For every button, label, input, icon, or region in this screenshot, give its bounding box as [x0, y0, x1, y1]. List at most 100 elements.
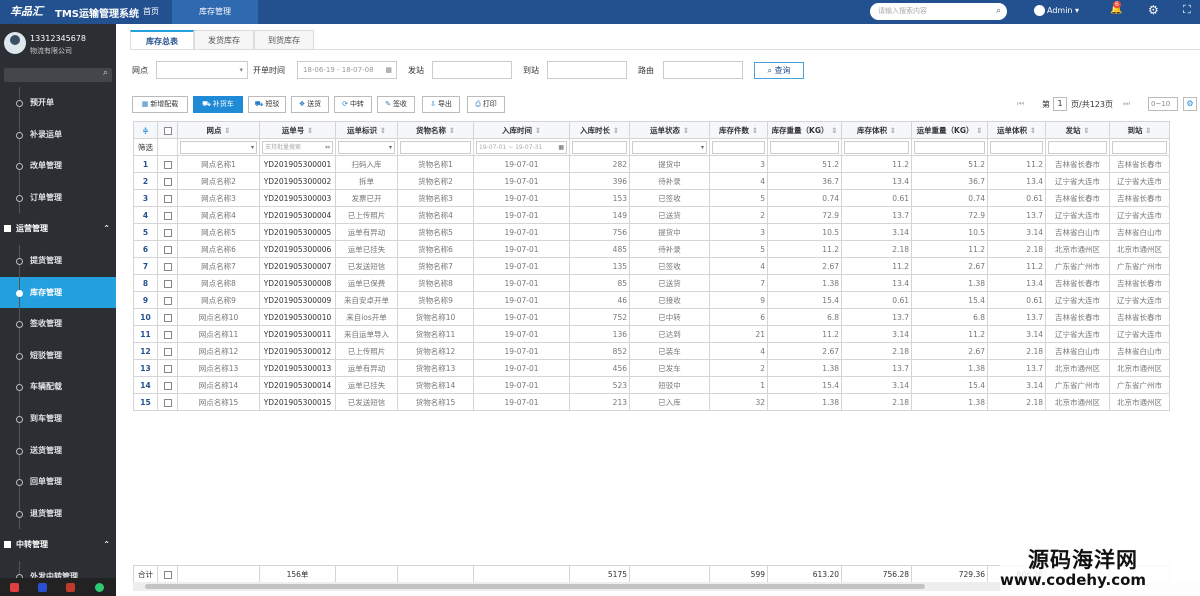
- table-row[interactable]: 4 网点名称4 YD201905300004 已上传照片 货物名称4 19-07-01 14…: [133, 206, 1170, 224]
- row-checkbox-cell[interactable]: [157, 291, 178, 309]
- column-filter[interactable]: [844, 140, 909, 154]
- page-number-input[interactable]: 1: [1053, 97, 1067, 111]
- column-header[interactable]: 库存件数 ⇕: [709, 121, 768, 139]
- table-row[interactable]: 8 网点名称8 YD201905300008 运单已保费 货物名称8 19-07-01 85…: [133, 274, 1170, 292]
- dest-input[interactable]: [547, 61, 627, 79]
- sort-icon[interactable]: ⇕: [749, 126, 758, 135]
- sidebar-item-14[interactable]: 中转管理 ⌃: [0, 529, 116, 561]
- column-header[interactable]: 库存体积 ⇕: [841, 121, 912, 139]
- sort-icon[interactable]: ⇕: [532, 126, 541, 135]
- expand-icon[interactable]: ⇔: [325, 142, 330, 153]
- column-header[interactable]: 库存重量（KG） ⇕: [767, 121, 842, 139]
- filter-cell[interactable]: [1045, 138, 1110, 156]
- export-button[interactable]: ⇩ 导出: [422, 96, 460, 113]
- outlet-filter[interactable]: ▾: [180, 140, 257, 154]
- table-row[interactable]: 6 网点名称6 YD201905300006 运单已挂失 货物名称6 19-07-01 48…: [133, 240, 1170, 258]
- row-checkbox-cell[interactable]: [157, 172, 178, 190]
- row-checkbox[interactable]: [163, 160, 172, 169]
- sidebar-item-8[interactable]: 短驳管理: [0, 339, 116, 372]
- filter-cell[interactable]: [1109, 138, 1170, 156]
- row-checkbox-cell[interactable]: [157, 359, 178, 377]
- column-header[interactable]: 到站 ⇕: [1109, 121, 1170, 139]
- route-input[interactable]: [663, 61, 743, 79]
- new-loading-button[interactable]: ▦ 新增配载: [132, 96, 188, 113]
- short-haul-button[interactable]: ⛟ 短驳: [248, 96, 286, 113]
- global-search-input[interactable]: 请输入搜索内容 ⌕: [870, 3, 1007, 20]
- sidebar-item-1[interactable]: 补录运单: [0, 118, 116, 151]
- column-header[interactable]: 运单重量（KG） ⇕: [911, 121, 988, 139]
- row-checkbox-cell[interactable]: [157, 240, 178, 258]
- calendar-icon[interactable]: ▦: [385, 62, 392, 78]
- tab-inventory-summary[interactable]: 库存总表: [130, 30, 194, 50]
- column-header[interactable]: 货物名称 ⇕: [397, 121, 474, 139]
- totals-checkbox[interactable]: [157, 565, 178, 583]
- row-checkbox-cell[interactable]: [157, 155, 178, 173]
- row-checkbox-cell[interactable]: [157, 308, 178, 326]
- filter-cell[interactable]: [987, 138, 1046, 156]
- row-checkbox-cell[interactable]: [157, 257, 178, 275]
- first-page-icon[interactable]: ⏮: [1017, 99, 1024, 109]
- filter-cell[interactable]: [767, 138, 842, 156]
- status-filter[interactable]: ▾: [632, 140, 707, 154]
- nav-inventory-management[interactable]: 库存管理: [172, 0, 258, 24]
- row-checkbox[interactable]: [163, 364, 172, 373]
- restock-truck-button[interactable]: ⛟ 补货车: [193, 96, 243, 113]
- row-checkbox-cell[interactable]: [157, 189, 178, 207]
- sort-icon[interactable]: ⇕: [829, 126, 837, 135]
- nav-home[interactable]: 首页: [143, 0, 159, 24]
- sidebar-item-13[interactable]: 退货管理: [0, 497, 116, 530]
- sidebar-item-9[interactable]: 车辆配载: [0, 371, 116, 403]
- filter-date[interactable]: 19-07-01 ~ 19-07-31 ▦: [473, 138, 570, 156]
- sort-icon[interactable]: ⇕: [377, 126, 386, 135]
- search-button[interactable]: ⌕ 查询: [754, 62, 804, 79]
- sidebar-item-10[interactable]: 到车管理: [0, 402, 116, 435]
- table-row[interactable]: 3 网点名称3 YD201905300003 发票已开 货物名称3 19-07-01 153…: [133, 189, 1170, 207]
- filter-cell[interactable]: [709, 138, 768, 156]
- table-row[interactable]: 13 网点名称13 YD201905300013 运单有异动 货物名称13 19-07-0…: [133, 359, 1170, 377]
- filter-cell[interactable]: [841, 138, 912, 156]
- user-icon[interactable]: [38, 583, 47, 592]
- sort-icon[interactable]: ⇕: [974, 126, 982, 135]
- sort-icon[interactable]: ⇕: [610, 126, 619, 135]
- search-icon[interactable]: ⌕: [103, 68, 108, 78]
- table-row[interactable]: 14 网点名称14 YD201905300014 运单已挂失 货物名称14 19-07-0…: [133, 376, 1170, 394]
- row-checkbox[interactable]: [163, 228, 172, 237]
- sort-icon[interactable]: ⇕: [680, 126, 689, 135]
- app-logo[interactable]: 车品汇: [10, 3, 43, 19]
- row-checkbox[interactable]: [163, 398, 172, 407]
- date-filter[interactable]: 19-07-01 ~ 19-07-31 ▦: [476, 140, 567, 154]
- gear-icon[interactable]: ⚙: [1183, 97, 1197, 111]
- sidebar-item-3[interactable]: 订单管理: [0, 181, 116, 214]
- row-checkbox[interactable]: [163, 177, 172, 186]
- table-row[interactable]: 10 网点名称10 YD201905300010 来自ios开单 货物名称10 19-07…: [133, 308, 1170, 326]
- column-header[interactable]: 发站 ⇕: [1045, 121, 1110, 139]
- table-row[interactable]: 9 网点名称9 YD201905300009 来自安卓开单 货物名称9 19-07-01 4…: [133, 291, 1170, 309]
- row-checkbox-cell[interactable]: [157, 274, 178, 292]
- fullscreen-icon[interactable]: ⛶: [1183, 3, 1191, 17]
- row-checkbox[interactable]: [163, 296, 172, 305]
- column-header[interactable]: 运单号 ⇕: [259, 121, 336, 139]
- table-row[interactable]: 1 网点名称1 YD201905300001 扫码入库 货物名称1 19-07-01 282…: [133, 155, 1170, 173]
- sort-icon[interactable]: ⇕: [1081, 126, 1089, 135]
- column-header[interactable]: 入库时长 ⇕: [569, 121, 630, 139]
- tab-arrival-inventory[interactable]: 到货库存: [254, 30, 314, 50]
- row-checkbox[interactable]: [163, 381, 172, 390]
- row-checkbox-cell[interactable]: [157, 206, 178, 224]
- sort-icon[interactable]: ⇕: [1027, 126, 1036, 135]
- sort-icon[interactable]: ⇕: [887, 126, 896, 135]
- sidebar-search-input[interactable]: ⌕: [4, 68, 112, 82]
- table-row[interactable]: 7 网点名称7 YD201905300007 已发送短信 货物名称7 19-07-01 13…: [133, 257, 1170, 275]
- row-checkbox[interactable]: [163, 262, 172, 271]
- row-checkbox[interactable]: [163, 330, 172, 339]
- row-checkbox-cell[interactable]: [157, 325, 178, 343]
- deliver-button[interactable]: ❖ 送货: [291, 96, 329, 113]
- filter-outlet[interactable]: ▾: [177, 138, 260, 156]
- print-button[interactable]: ⎙ 打印: [467, 96, 505, 113]
- row-checkbox[interactable]: [163, 347, 172, 356]
- sort-icon[interactable]: ⇕: [446, 126, 455, 135]
- search-icon[interactable]: ⌕: [996, 3, 1001, 20]
- mail-icon[interactable]: [66, 583, 75, 592]
- last-page-icon[interactable]: ⏭: [1123, 99, 1130, 109]
- sidebar-item-5[interactable]: 提货管理: [0, 244, 116, 277]
- tab-shipping-inventory[interactable]: 发货库存: [194, 30, 254, 50]
